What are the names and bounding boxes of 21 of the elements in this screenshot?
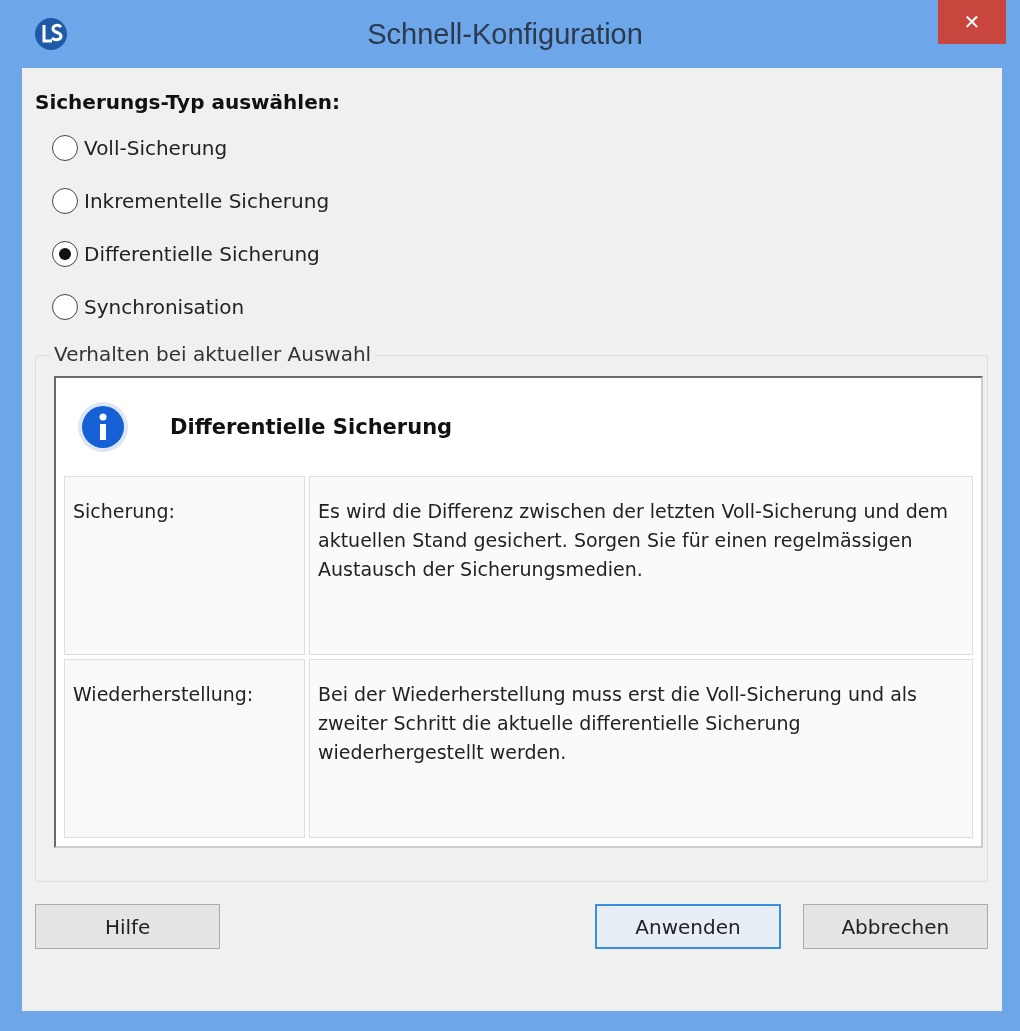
table-cell: Sicherung: (64, 476, 305, 655)
app-logo-icon (34, 17, 68, 51)
radio-button[interactable] (52, 135, 78, 161)
radio-button[interactable] (52, 188, 78, 214)
info-title: Differentielle Sicherung (170, 415, 453, 439)
dialog-button[interactable]: Anwenden (595, 904, 781, 949)
table-cell: Es wird die Differenz zwischen der letzten Voll-Sicherung und dem aktuellen Stand gesichert. Sorgen Sie für einen regelmässigen Austausch der Sicherungsmedien. (309, 476, 973, 655)
radio-option[interactable]: Voll-Sicherung (52, 132, 988, 164)
table-cell: Wiederherstellung: (64, 659, 305, 838)
table-cell: Bei der Wiederherstellung muss erst die Voll-Sicherung und als zweiter Schritt die aktuelle differentielle Sicherung wiederhergestellt werden. (309, 659, 973, 838)
radio-option[interactable]: Differentielle Sicherung (52, 238, 988, 270)
radio-button[interactable] (52, 294, 78, 320)
radio-button[interactable] (52, 241, 78, 267)
section-heading: Sicherungs-Typ auswählen: (35, 90, 341, 114)
window-title: Schnell-Konfiguration (366, 17, 644, 51)
dialog-button[interactable]: Abbrechen (802, 904, 988, 949)
close-button[interactable]: ✕ (938, 0, 1006, 44)
dialog-button[interactable]: Hilfe (35, 904, 221, 949)
radio-option[interactable]: Synchronisation (52, 291, 988, 323)
info-icon (76, 400, 130, 454)
radio-option[interactable]: Inkrementelle Sicherung (52, 185, 988, 217)
